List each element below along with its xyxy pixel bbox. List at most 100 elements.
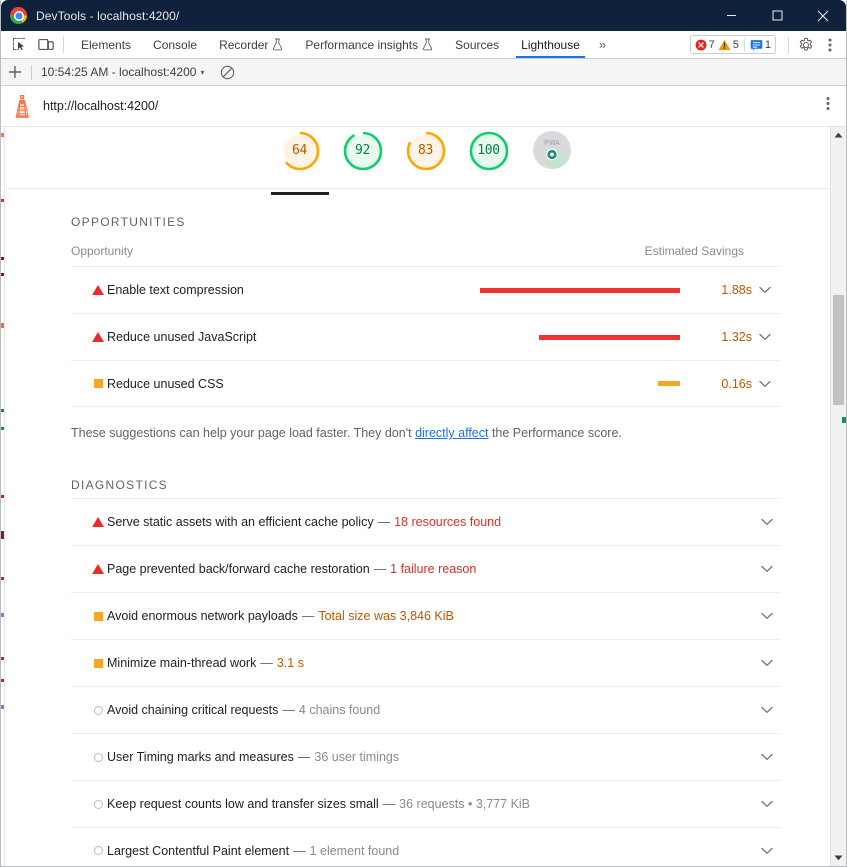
- minimize-button[interactable]: [708, 0, 754, 31]
- lighthouse-logo-icon: [15, 95, 29, 118]
- info-circle-icon: [93, 705, 103, 715]
- table-row[interactable]: Reduce unused JavaScript 1.32s: [71, 313, 780, 360]
- gauge-seo[interactable]: 100: [468, 130, 510, 186]
- report-body: 64 92 83 100 PWA OPPORTUNITIES Opportuni…: [1, 127, 846, 866]
- devtools-tool-icons: [1, 31, 57, 58]
- scrollbar-thumb[interactable]: [833, 295, 844, 405]
- error-counter[interactable]: 7: [695, 39, 715, 51]
- diagnostic-dash: —: [282, 703, 295, 717]
- issue-counters[interactable]: 7 5 1: [689, 35, 776, 54]
- diagnostic-label: Serve static assets with an efficient ca…: [107, 515, 501, 529]
- warning-counter[interactable]: 5: [718, 39, 739, 51]
- table-row[interactable]: Page prevented back/forward cache restor…: [71, 545, 780, 592]
- opportunities-rows: Enable text compression 1.88s Reduce unu…: [71, 266, 780, 407]
- more-tabs-button[interactable]: »: [591, 31, 614, 58]
- diagnostic-dash: —: [297, 750, 311, 764]
- report-more-options-icon[interactable]: [826, 96, 830, 117]
- tab-lighthouse[interactable]: Lighthouse: [510, 31, 591, 58]
- diagnostic-detail: Total size was 3,846 KiB: [318, 609, 454, 623]
- table-row[interactable]: User Timing marks and measures —36 user t…: [71, 733, 780, 780]
- note-text-before: These suggestions can help your page loa…: [71, 426, 416, 440]
- gauge-seo-value: 100: [477, 143, 500, 158]
- gear-icon[interactable]: [795, 34, 817, 56]
- column-header-estimated-savings: Estimated Savings: [644, 244, 744, 258]
- chevron-down-icon[interactable]: [754, 565, 780, 573]
- tab-console[interactable]: Console: [142, 31, 208, 58]
- maximize-button[interactable]: [754, 0, 800, 31]
- savings-value: 0.16s: [721, 376, 752, 391]
- table-row[interactable]: Reduce unused CSS 0.16s: [71, 360, 780, 407]
- severity-indicator: [71, 611, 107, 621]
- scroll-down-arrow[interactable]: [831, 850, 846, 866]
- diagnostic-title: Page prevented back/forward cache restor…: [107, 562, 370, 576]
- chevron-down-icon[interactable]: [754, 518, 780, 526]
- inspect-element-icon[interactable]: [8, 34, 30, 56]
- chevron-down-icon[interactable]: [754, 612, 780, 620]
- table-row[interactable]: Enable text compression 1.88s: [71, 266, 780, 313]
- gauge-performance[interactable]: 64: [270, 130, 329, 195]
- gauge-accessibility[interactable]: 92: [342, 130, 384, 186]
- opportunity-label: Enable text compression: [107, 283, 244, 297]
- chevron-down-icon[interactable]: [754, 800, 780, 808]
- vertical-scrollbar[interactable]: [830, 127, 846, 866]
- scroll-up-arrow[interactable]: [831, 127, 846, 143]
- severity-indicator: [71, 517, 107, 527]
- chevron-down-icon[interactable]: [754, 659, 780, 667]
- chevron-down-icon[interactable]: [754, 847, 780, 855]
- gauge-performance-dial: 64: [279, 130, 321, 172]
- toolbar-divider: [63, 36, 64, 53]
- chevron-down-icon[interactable]: [754, 753, 780, 761]
- fail-triangle-icon: [92, 564, 104, 574]
- gauge-pwa[interactable]: PWA: [531, 130, 573, 186]
- more-options-icon[interactable]: [819, 34, 841, 56]
- report-url: http://localhost:4200/: [43, 99, 159, 113]
- table-row[interactable]: Minimize main-thread work —3.1 s: [71, 639, 780, 686]
- chevron-down-icon[interactable]: [752, 380, 778, 388]
- device-toolbar-icon[interactable]: [35, 34, 57, 56]
- average-square-icon: [93, 611, 103, 621]
- chevron-down-icon[interactable]: [752, 286, 778, 294]
- tab-elements[interactable]: Elements: [70, 31, 142, 58]
- more-tabs-label: »: [598, 37, 607, 52]
- table-row[interactable]: Largest Contentful Paint element —1 eleme…: [71, 827, 780, 866]
- clear-all-icon[interactable]: [216, 61, 238, 83]
- tab-sources[interactable]: Sources: [444, 31, 510, 58]
- warning-icon: [718, 39, 731, 50]
- close-button[interactable]: [800, 0, 846, 31]
- tab-recorder-label: Recorder: [219, 37, 269, 52]
- info-count: 1: [764, 38, 771, 51]
- savings-bar-area: 0.16s: [658, 377, 752, 391]
- warning-count: 5: [732, 38, 739, 51]
- fail-triangle-icon: [92, 285, 104, 295]
- report-run-selector[interactable]: 10:54:25 AM - localhost:4200 ▾: [37, 65, 208, 79]
- table-row[interactable]: Avoid enormous network payloads — Total si…: [71, 592, 780, 639]
- experiment-flask-icon: [273, 38, 283, 51]
- table-row[interactable]: Keep request counts low and transfer siz…: [71, 780, 780, 827]
- report-run-label: 10:54:25 AM - localhost:4200: [41, 65, 197, 79]
- severity-indicator: [71, 799, 107, 809]
- chevron-down-icon[interactable]: [754, 706, 780, 714]
- controls-divider: [788, 36, 789, 53]
- savings-bar: [658, 381, 680, 386]
- diagnostic-title: Avoid chaining critical requests: [107, 703, 279, 717]
- diagnostic-label: Keep request counts low and transfer siz…: [107, 797, 530, 811]
- severity-indicator: [71, 752, 107, 762]
- report-header: http://localhost:4200/: [1, 86, 846, 127]
- table-row[interactable]: Avoid chaining critical requests —4 chain…: [71, 686, 780, 733]
- diagnostic-title: Keep request counts low and transfer siz…: [107, 797, 379, 811]
- severity-indicator: [71, 705, 107, 715]
- severity-indicator: [71, 564, 107, 574]
- diagnostic-detail: 36 requests • 3,777 KiB: [399, 797, 531, 811]
- gauge-best-practices[interactable]: 83: [405, 130, 447, 186]
- chevron-down-icon[interactable]: [752, 333, 778, 341]
- table-row[interactable]: Serve static assets with an efficient ca…: [71, 498, 780, 545]
- tab-performance-insights[interactable]: Performance insights: [294, 31, 444, 58]
- svg-text:PWA: PWA: [544, 140, 560, 147]
- tab-recorder[interactable]: Recorder: [208, 31, 294, 58]
- diagnostic-label: Minimize main-thread work —3.1 s: [107, 656, 304, 670]
- window-controls: [708, 0, 846, 31]
- new-report-button[interactable]: [1, 59, 29, 86]
- message-icon: [750, 39, 763, 50]
- info-counter[interactable]: 1: [750, 39, 771, 51]
- directly-affect-link[interactable]: directly affect: [415, 426, 488, 440]
